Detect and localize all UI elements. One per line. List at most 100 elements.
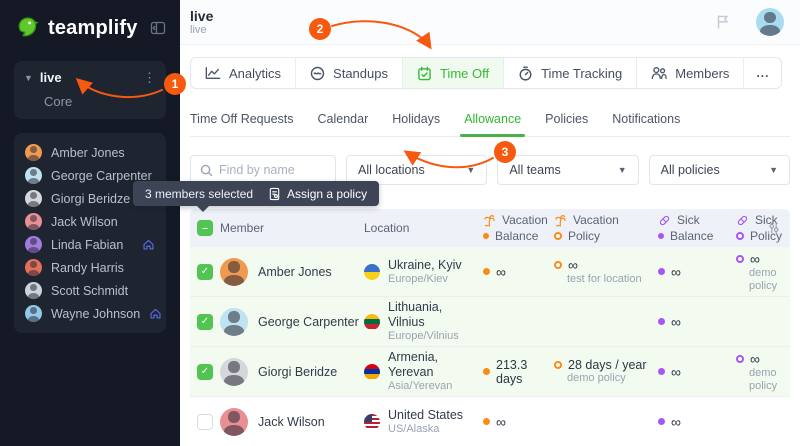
sick-policy-name: demo policy <box>749 267 790 293</box>
subtab-notifications[interactable]: Notifications <box>612 112 680 126</box>
sick-balance-dot-icon <box>658 368 665 375</box>
main-area: live live Analytics <box>180 0 800 446</box>
balance-dot-icon <box>483 233 489 239</box>
sidebar-member-linda[interactable]: Linda Fabian <box>22 233 158 256</box>
column-header-vacation-balance[interactable]: Vacation Balance <box>477 213 548 243</box>
tab-time-off[interactable]: Time Off <box>403 58 504 88</box>
avatar <box>220 258 248 286</box>
chevron-down-icon: ▼ <box>466 165 475 175</box>
sick-balance-value: ∞ <box>671 364 681 380</box>
palm-icon <box>554 214 567 227</box>
policies-filter-select[interactable]: All policies ▼ <box>649 155 790 185</box>
column-header-vacation-policy[interactable]: Vacation Policy <box>548 213 652 243</box>
tab-label: Standups <box>333 66 388 81</box>
column-header-member[interactable]: Member <box>220 221 364 235</box>
sidebar-collapse-icon[interactable] <box>150 20 166 36</box>
location-timezone: Europe/Vilnius <box>388 330 477 343</box>
brand-name: teamplify <box>48 17 138 40</box>
table-row[interactable]: Jack Wilson United StatesUS/Alaska ∞ ∞ <box>190 397 790 446</box>
location-name: United States <box>388 408 463 423</box>
row-checkbox[interactable] <box>197 414 213 430</box>
armenia-flag-icon <box>364 364 380 380</box>
location-timezone: Europe/Kiev <box>388 273 462 286</box>
row-checkbox[interactable]: ✓ <box>197 314 213 330</box>
workspace-name: live <box>40 70 62 85</box>
column-header-sick-policy[interactable]: Sick Policy <box>730 213 790 243</box>
balance-dot-icon <box>658 233 664 239</box>
page-subtitle: live <box>190 24 213 37</box>
vacation-balance-value: ∞ <box>496 264 506 280</box>
column-header-sick-balance[interactable]: Sick Balance <box>652 213 730 243</box>
sidebar-member-jack[interactable]: Jack Wilson <box>22 210 158 233</box>
select-value: All locations <box>358 163 425 177</box>
vacation-policy-ring-icon <box>554 261 562 269</box>
vacation-policy-name: test for location <box>567 273 652 286</box>
workspace-selector[interactable]: ▼ live ⋮ Core <box>14 61 166 119</box>
column-settings-sliders-icon[interactable] <box>767 221 781 235</box>
tab-members[interactable]: Members <box>637 58 744 88</box>
pill-icon <box>658 214 671 227</box>
table-row[interactable]: ✓ Giorgi Beridze Armenia, YerevanAsia/Ye… <box>190 347 790 397</box>
select-all-checkbox[interactable]: – <box>197 220 213 236</box>
assign-policy-button[interactable]: Assign a policy <box>268 187 367 201</box>
annotation-step-2-badge: 2 <box>309 18 331 40</box>
tab-label: Analytics <box>229 66 281 81</box>
avatar <box>25 282 42 299</box>
sick-policy-value: ∞ <box>750 351 760 367</box>
avatar <box>25 144 42 161</box>
lithuania-flag-icon <box>364 314 380 330</box>
row-checkbox[interactable]: ✓ <box>197 364 213 380</box>
palm-icon <box>483 214 496 227</box>
member-name: Amber Jones <box>258 265 332 279</box>
chevron-down-icon: ▼ <box>618 165 627 175</box>
user-avatar[interactable] <box>756 8 784 36</box>
subtab-allowance[interactable]: Allowance <box>464 112 521 126</box>
subtab-calendar[interactable]: Calendar <box>318 112 369 126</box>
avatar <box>25 236 42 253</box>
feedback-flag-icon[interactable] <box>714 13 732 31</box>
select-value: All teams <box>509 163 560 177</box>
sidebar: teamplify ▼ live ⋮ Core Amber Jones <box>0 0 180 446</box>
search-icon <box>200 164 213 177</box>
teams-filter-select[interactable]: All teams ▼ <box>497 155 638 185</box>
workspace-child-core[interactable]: Core <box>44 94 156 109</box>
tab-standups[interactable]: Standups <box>296 58 403 88</box>
annotation-step-1-badge: 1 <box>164 73 186 95</box>
sidebar-member-wayne[interactable]: Wayne Johnson <box>22 302 158 325</box>
tab-time-tracking[interactable]: Time Tracking <box>504 58 637 88</box>
avatar <box>25 190 42 207</box>
content: Analytics Standups Time Off <box>180 45 800 446</box>
logo-row: teamplify <box>0 0 180 47</box>
avatar <box>25 259 42 276</box>
tab-analytics[interactable]: Analytics <box>191 58 296 88</box>
search-input[interactable] <box>219 163 326 177</box>
location-name: Lithuania, Vilnius <box>388 300 477 330</box>
tab-more-button[interactable]: ... <box>744 58 781 88</box>
vacation-policy-value: 28 days / year <box>568 358 647 372</box>
sidebar-member-scott[interactable]: Scott Schmidt <box>22 279 158 302</box>
vacation-balance-dot-icon <box>483 368 490 375</box>
member-name: Wayne Johnson <box>51 307 140 321</box>
subtab-holidays[interactable]: Holidays <box>392 112 440 126</box>
sick-balance-dot-icon <box>658 268 665 275</box>
policy-ring-icon <box>736 232 744 240</box>
workspace-menu-kebab-icon[interactable]: ⋮ <box>143 73 156 83</box>
sidebar-member-randy[interactable]: Randy Harris <box>22 256 158 279</box>
table-row[interactable]: ✓ George Carpenter Lithuania, VilniusEur… <box>190 297 790 347</box>
time-tracking-stopwatch-icon <box>518 66 533 81</box>
subtab-time-off-requests[interactable]: Time Off Requests <box>190 112 294 126</box>
sidebar-member-amber[interactable]: Amber Jones <box>22 141 158 164</box>
column-header-location[interactable]: Location <box>364 221 477 235</box>
subtab-policies[interactable]: Policies <box>545 112 588 126</box>
member-name: Giorgi Beridze <box>51 192 130 206</box>
time-off-subtab-bar: Time Off Requests Calendar Holidays Allo… <box>190 112 790 137</box>
sick-policy-ring-icon <box>736 255 744 263</box>
ukraine-flag-icon <box>364 264 380 280</box>
row-checkbox[interactable]: ✓ <box>197 264 213 280</box>
vacation-policy-name: demo policy <box>567 372 652 385</box>
sick-policy-ring-icon <box>736 355 744 363</box>
table-row[interactable]: ✓ Amber Jones Ukraine, KyivEurope/Kiev ∞… <box>190 247 790 297</box>
avatar <box>25 167 42 184</box>
vacation-policy-value: ∞ <box>568 257 578 273</box>
vacation-balance-value: ∞ <box>496 414 506 430</box>
